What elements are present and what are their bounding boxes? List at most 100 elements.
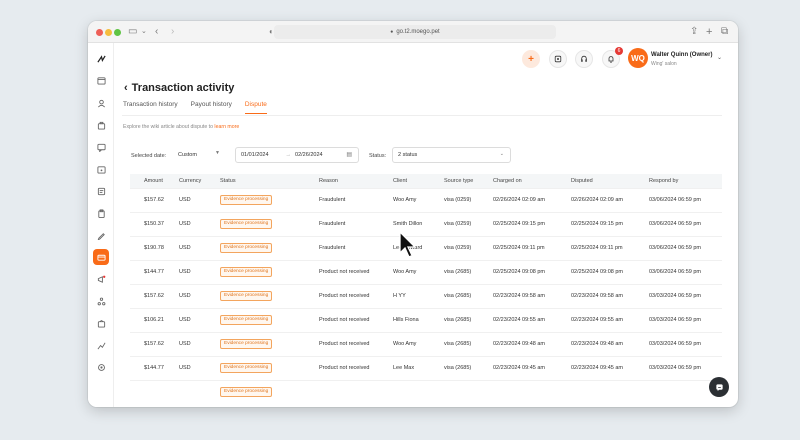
column-header-status: Status bbox=[206, 174, 305, 188]
minimize-window-button[interactable] bbox=[105, 28, 112, 36]
chevron-down-icon[interactable]: ⌄ bbox=[717, 54, 722, 61]
bag-icon[interactable] bbox=[93, 315, 109, 331]
share-icon[interactable]: ⇪ bbox=[690, 25, 698, 39]
megaphone-icon[interactable] bbox=[93, 271, 109, 287]
cell-client: Woo Amy bbox=[379, 259, 430, 284]
pen-icon[interactable] bbox=[93, 227, 109, 243]
invoice-icon[interactable] bbox=[93, 183, 109, 199]
add-button[interactable]: + bbox=[522, 50, 540, 68]
address-bar[interactable]: ● go.t2.moego.pet bbox=[274, 25, 556, 39]
url-text: go.t2.moego.pet bbox=[396, 29, 440, 35]
close-window-button[interactable] bbox=[96, 28, 103, 36]
status-label: Status: bbox=[369, 153, 387, 159]
tab-transaction-history[interactable]: Transaction history bbox=[123, 101, 178, 114]
cell-currency bbox=[165, 379, 206, 404]
chat-support-button[interactable] bbox=[709, 377, 729, 397]
browser-titlebar: ▭ ⌄ ‹ › ◐ ● go.t2.moego.pet ⇪ + ⧉ bbox=[88, 21, 738, 43]
cell-amount: $106.21 bbox=[130, 307, 165, 332]
cell-client: Lee Max bbox=[379, 355, 430, 380]
column-header-client: Client bbox=[379, 174, 430, 188]
user-name[interactable]: Walter Quinn (Owner) bbox=[651, 52, 712, 58]
cell-source-type: visa (0259) bbox=[430, 187, 479, 212]
chevron-down-icon: ▼ bbox=[215, 150, 220, 156]
tab-payout-history[interactable]: Payout history bbox=[191, 101, 232, 114]
maximize-window-button[interactable] bbox=[114, 28, 121, 36]
payment-icon[interactable] bbox=[93, 249, 109, 265]
avatar[interactable]: WQ bbox=[628, 48, 648, 68]
clipboard-icon[interactable] bbox=[93, 205, 109, 221]
cell-disputed: 02/23/2024 09:48 am bbox=[557, 331, 635, 356]
cell-respond-by: 03/03/2024 06:59 pm bbox=[635, 331, 722, 356]
cell-respond-by: 03/06/2024 06:59 pm bbox=[635, 259, 722, 284]
table-row[interactable]: $157.62 USD Evidence processing Product not… bbox=[130, 283, 722, 308]
cell-currency: USD bbox=[165, 355, 206, 380]
cell-status: Evidence processing bbox=[206, 307, 305, 332]
cell-reason: Fraudulent bbox=[305, 235, 379, 260]
status-badge: Evidence processing bbox=[220, 267, 273, 277]
chevron-down-icon[interactable]: ⌄ bbox=[141, 25, 147, 39]
end-date[interactable]: 02/26/2024 bbox=[295, 152, 323, 158]
cell-amount: $190.78 bbox=[130, 235, 165, 260]
page-title-text: Transaction activity bbox=[131, 82, 235, 94]
message-icon[interactable] bbox=[93, 139, 109, 155]
table-row[interactable]: Evidence processing bbox=[130, 379, 722, 404]
cell-status: Evidence processing bbox=[206, 283, 305, 308]
cell-source-type: visa (0259) bbox=[430, 211, 479, 236]
learn-more-link[interactable]: learn more bbox=[214, 124, 239, 130]
client-icon[interactable] bbox=[93, 95, 109, 111]
cell-charged-on bbox=[479, 379, 557, 404]
column-header-reason: Reason bbox=[305, 174, 379, 188]
cell-source-type: visa (0259) bbox=[430, 235, 479, 260]
network-icon[interactable] bbox=[93, 293, 109, 309]
cell-currency: USD bbox=[165, 259, 206, 284]
logo-icon[interactable] bbox=[93, 51, 109, 67]
table-row[interactable]: $144.77 USD Evidence processing Product not… bbox=[130, 355, 722, 380]
tab-dispute[interactable]: Dispute bbox=[244, 101, 267, 114]
start-date[interactable]: 01/01/2024 bbox=[241, 152, 269, 158]
table-row[interactable]: $106.21 USD Evidence processing Product not… bbox=[130, 307, 722, 332]
cell-client: Hills Fiona bbox=[379, 307, 430, 332]
notification-badge: 6 bbox=[615, 47, 623, 55]
status-badge: Evidence processing bbox=[220, 219, 273, 229]
cell-source-type: visa (2685) bbox=[430, 331, 479, 356]
tabs-overview-icon[interactable]: ⧉ bbox=[721, 25, 728, 39]
table-row[interactable]: $157.62 USD Evidence processing Product not… bbox=[130, 331, 722, 356]
table-row[interactable]: $157.62 USD Evidence processing Fraudulent W… bbox=[130, 187, 722, 212]
calendar-icon[interactable] bbox=[93, 72, 109, 88]
date-range-picker[interactable]: 01/01/2024 → 02/26/2024 ▤ bbox=[235, 147, 359, 163]
status-badge: Evidence processing bbox=[220, 315, 273, 325]
cell-status: Evidence processing bbox=[206, 235, 305, 260]
cell-source-type: visa (2685) bbox=[430, 355, 479, 380]
cell-respond-by: 03/06/2024 06:59 pm bbox=[635, 211, 722, 236]
back-icon[interactable]: ‹ bbox=[155, 25, 158, 39]
business-name: Wing' salon bbox=[651, 61, 677, 67]
chevron-down-icon: ⌄ bbox=[499, 151, 504, 157]
checkin-icon[interactable] bbox=[549, 50, 567, 68]
forward-icon[interactable]: › bbox=[171, 25, 174, 39]
cell-status: Evidence processing bbox=[206, 187, 305, 212]
app-sidebar bbox=[88, 43, 114, 407]
dispute-table: Amount Currency Status Reason Client Sou… bbox=[130, 174, 722, 406]
date-mode-select[interactable]: Custom ▼ bbox=[173, 147, 226, 163]
cell-client bbox=[379, 379, 430, 404]
cell-charged-on: 02/25/2024 09:11 pm bbox=[479, 235, 557, 260]
cell-client: Woo Amy bbox=[379, 331, 430, 356]
schedule-icon[interactable] bbox=[93, 161, 109, 177]
new-tab-icon[interactable]: + bbox=[706, 25, 712, 39]
briefcase-icon[interactable] bbox=[93, 117, 109, 133]
cell-amount: $157.62 bbox=[130, 283, 165, 308]
status-select[interactable]: 2 status ⌄ bbox=[392, 147, 511, 163]
chat-icon bbox=[715, 383, 723, 391]
back-arrow-icon[interactable]: ‹ bbox=[124, 82, 128, 94]
cell-currency: USD bbox=[165, 211, 206, 236]
chart-icon[interactable] bbox=[93, 337, 109, 353]
table-row[interactable]: $150.37 USD Evidence processing Fraudulent S… bbox=[130, 211, 722, 236]
status-badge: Evidence processing bbox=[220, 291, 273, 301]
settings-icon[interactable] bbox=[93, 359, 109, 375]
headset-icon[interactable] bbox=[575, 50, 593, 68]
calendar-icon: ▤ bbox=[346, 152, 352, 158]
table-row[interactable]: $144.77 USD Evidence processing Product not… bbox=[130, 259, 722, 284]
cell-reason: Fraudulent bbox=[305, 187, 379, 212]
table-row[interactable]: $190.78 USD Evidence processing Fraudulent L… bbox=[130, 235, 722, 260]
sidebar-toggle-icon[interactable]: ▭ bbox=[128, 25, 137, 39]
